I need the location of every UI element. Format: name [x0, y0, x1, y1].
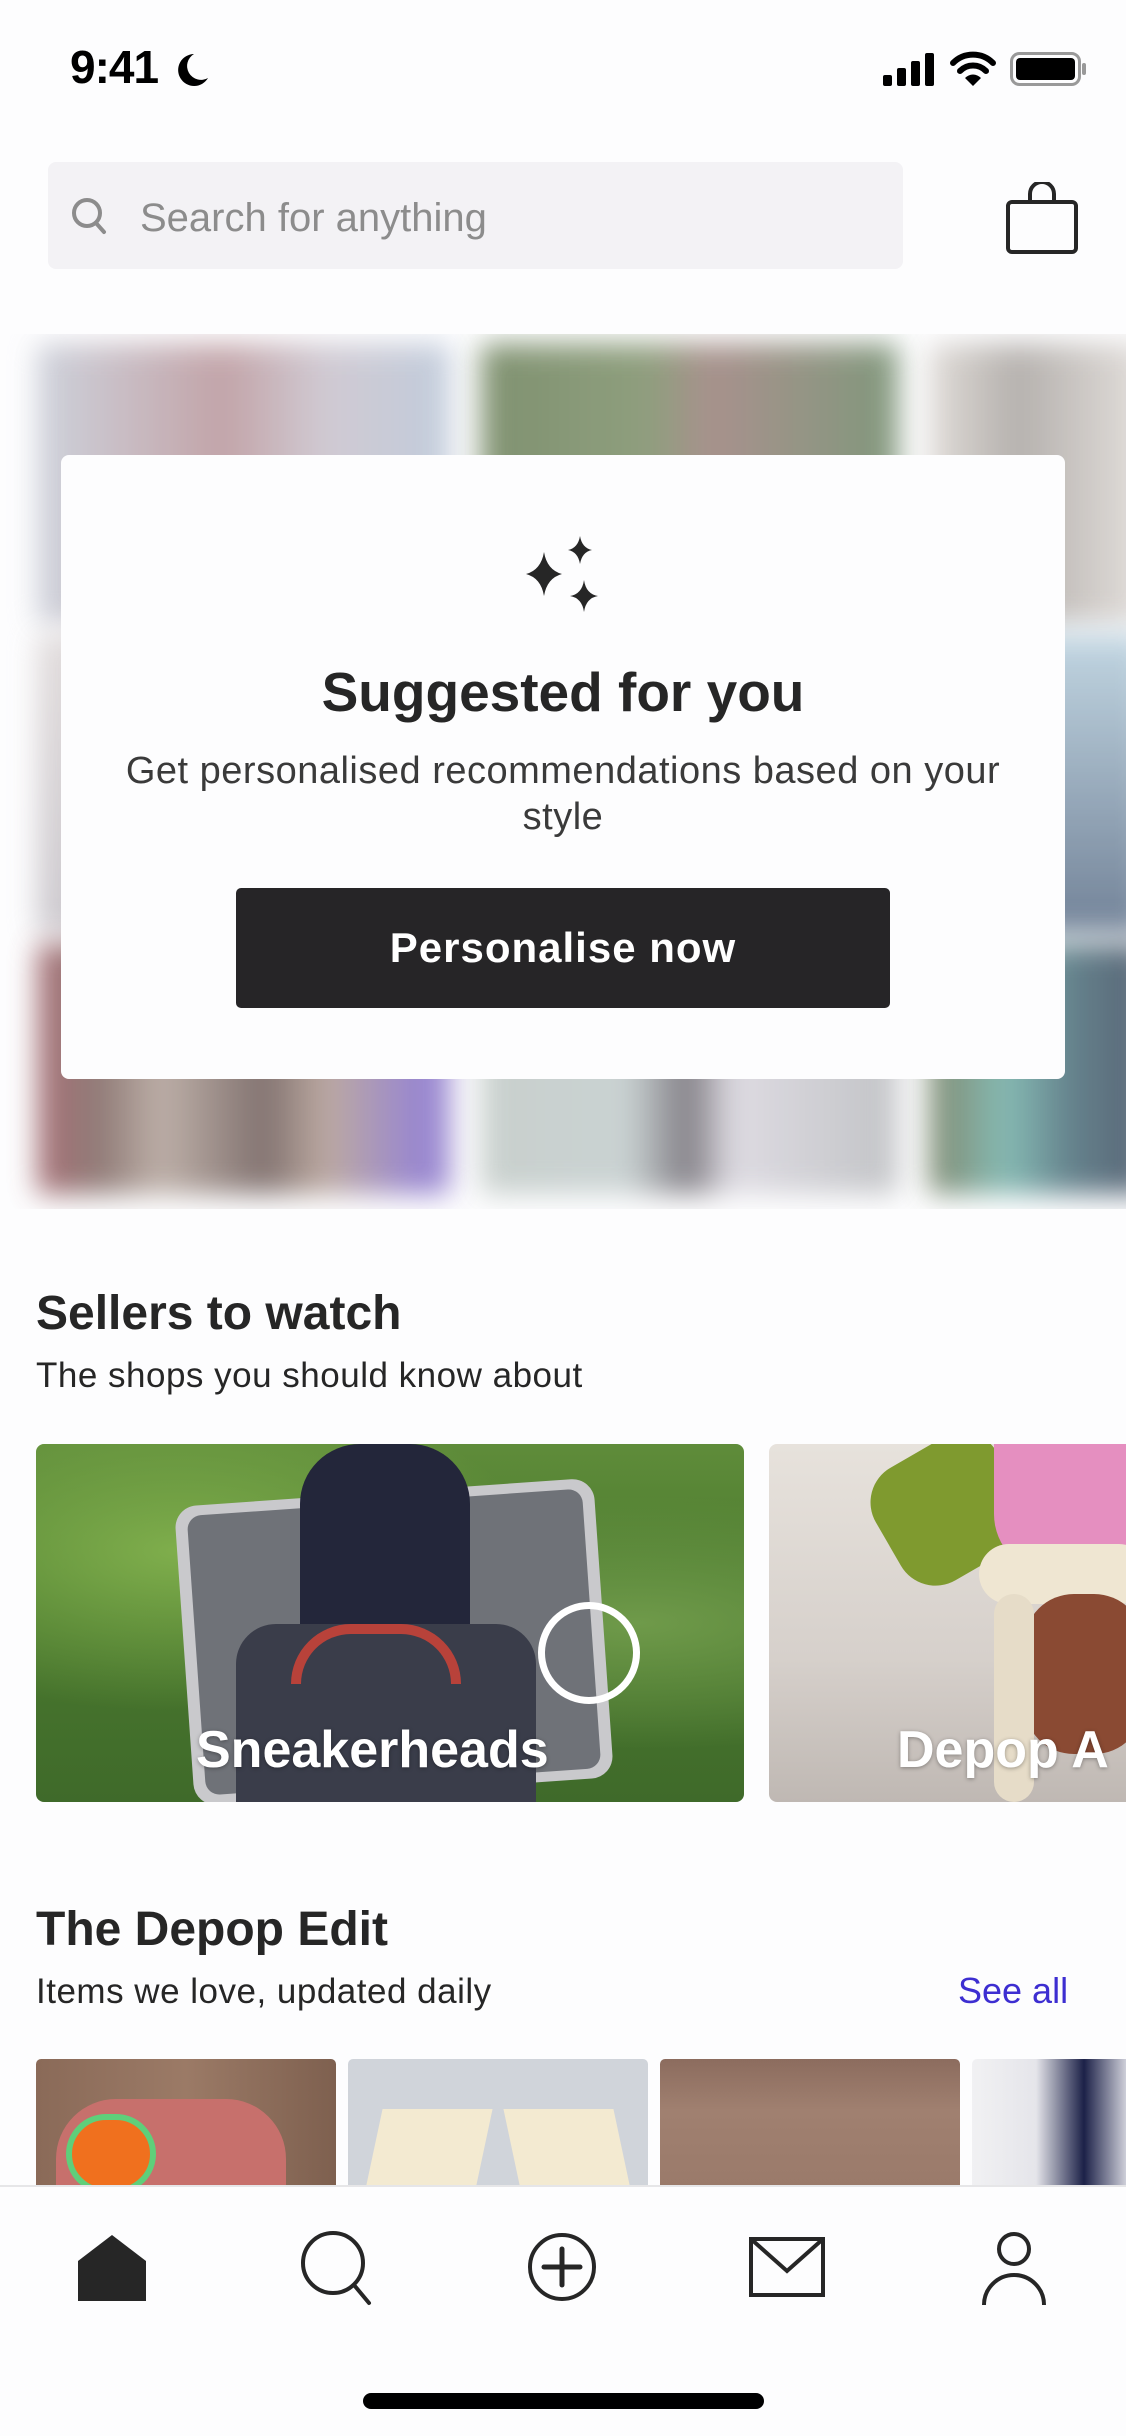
edit-item-orange-sneaker[interactable]: [36, 2059, 336, 2189]
seller-card-label: Sneakerheads: [196, 1721, 549, 1779]
loading-ring-icon: [538, 1602, 640, 1704]
signal-icon: [883, 53, 934, 86]
person-icon: [982, 2232, 1046, 2306]
sellers-section-title: Sellers to watch: [36, 1287, 402, 1340]
moon-icon: [178, 54, 208, 86]
status-time: 9:41: [70, 41, 159, 93]
personalise-now-button[interactable]: Personalise now: [236, 888, 890, 1008]
shopping-bag-icon[interactable]: [1004, 182, 1080, 254]
search-input[interactable]: [140, 190, 880, 246]
wifi-icon: [950, 51, 996, 86]
nav-search-button[interactable]: [297, 2227, 377, 2307]
seller-card-sneakerheads[interactable]: Sneakerheads: [36, 1444, 744, 1802]
sparkle-icon: [526, 536, 598, 612]
sellers-section-subtitle: The shops you should know about: [36, 1356, 583, 1395]
nav-inbox-button[interactable]: [747, 2227, 827, 2307]
seller-card-depop-a[interactable]: Depop A: [769, 1444, 1126, 1802]
plus-circle-icon: [528, 2233, 596, 2301]
battery-icon: [1010, 52, 1086, 86]
seller-card-label: Depop A: [897, 1721, 1109, 1779]
item-image-sneaker-collar: [66, 2114, 156, 2189]
edit-item-brick-wall[interactable]: [660, 2059, 960, 2189]
search-icon: [72, 198, 106, 234]
edit-item-cream-trousers[interactable]: [348, 2059, 648, 2189]
home-indicator: [363, 2393, 764, 2409]
depop-edit-title: The Depop Edit: [36, 1903, 388, 1956]
see-all-link[interactable]: See all: [958, 1970, 1068, 2012]
item-image-trouser-leg: [363, 2109, 493, 2189]
card-title: Suggested for you: [321, 661, 805, 723]
card-description: Get personalised recommendations based o…: [125, 750, 1001, 838]
nav-home-button[interactable]: [72, 2227, 152, 2307]
item-image-trouser-leg: [503, 2109, 633, 2189]
search-icon: [301, 2231, 371, 2305]
nav-profile-button[interactable]: [974, 2227, 1054, 2307]
edit-item-navy-top[interactable]: [972, 2059, 1126, 2189]
depop-edit-subtitle: Items we love, updated daily: [36, 1972, 492, 2011]
mail-icon: [749, 2237, 825, 2297]
nav-sell-button[interactable]: [522, 2227, 602, 2307]
home-icon: [78, 2235, 146, 2301]
